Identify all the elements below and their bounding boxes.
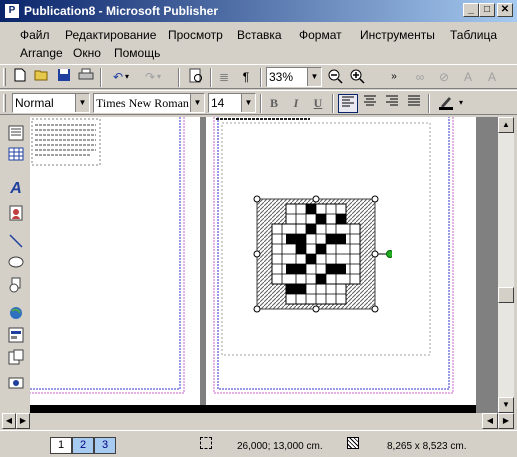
print-preview-icon[interactable] (186, 68, 206, 87)
toolbar-grip[interactable] (3, 94, 6, 112)
object-position: 26,000; 13,000 cm. (237, 441, 323, 452)
design-gallery-icon[interactable] (6, 375, 26, 395)
line-icon[interactable] (6, 233, 26, 253)
page-tab-3[interactable]: 3 (94, 437, 116, 454)
menu-insert[interactable]: Вставка (237, 28, 282, 42)
justify-button[interactable] (404, 94, 424, 113)
underline-button[interactable]: U (308, 94, 328, 113)
publisher-app-icon[interactable]: P (4, 3, 20, 19)
font-select[interactable]: Times New Roman ▼ (93, 93, 205, 113)
size-select[interactable]: 14 ▼ (208, 93, 256, 113)
menu-format[interactable]: Формат (299, 28, 342, 42)
new-icon[interactable] (10, 68, 30, 87)
form-control-icon[interactable] (6, 327, 26, 347)
zoom-in-icon[interactable] (347, 68, 367, 87)
zoom-out-icon[interactable] (325, 68, 345, 87)
style-dropdown-icon[interactable]: ▼ (75, 94, 89, 112)
size-icon (347, 437, 359, 449)
page-tab-1[interactable]: 1 (50, 437, 72, 454)
formatting-toolbar: Normal ▼ Times New Roman ▼ 14 ▼ B I U ▾ (0, 90, 517, 115)
text-shape-icon[interactable]: A (458, 68, 478, 87)
columns-icon[interactable]: ≣ (214, 68, 234, 87)
menu-bar: Файл Редактирование Просмотр Вставка Фор… (0, 22, 517, 62)
text-shape-icon-2[interactable]: A (482, 68, 502, 87)
scroll-thumb[interactable] (498, 287, 514, 303)
object-size: 8,265 x 8,523 cm. (387, 441, 467, 452)
size-dropdown-icon[interactable]: ▼ (241, 94, 255, 112)
font-color-icon[interactable] (436, 94, 456, 113)
align-right-button[interactable] (382, 94, 402, 113)
objects-toolbar: A ▾ ▾ (0, 117, 30, 435)
pilcrow-icon[interactable]: ¶ (236, 68, 256, 87)
print-icon[interactable] (76, 68, 96, 87)
crossword-object[interactable] (252, 194, 392, 324)
hotspot-icon[interactable] (6, 305, 26, 325)
scroll-down-icon[interactable]: ▼ (498, 397, 514, 413)
oval-icon[interactable] (6, 255, 26, 275)
table-icon[interactable] (6, 147, 26, 167)
link-icon[interactable]: ∞ (410, 68, 430, 87)
unlink-icon[interactable]: ⊘ (434, 68, 454, 87)
menu-help[interactable]: Помощь (114, 46, 160, 60)
window-title: Publication8 - Microsoft Publisher (24, 4, 219, 18)
save-icon[interactable] (54, 68, 74, 87)
connection-handle[interactable] (386, 250, 393, 258)
picture-icon[interactable] (6, 205, 26, 225)
scroll-right-icon[interactable]: ▶ (16, 413, 30, 429)
font-color-dropdown-icon[interactable]: ▾ (456, 94, 466, 113)
vertical-scrollbar[interactable]: ▲ ▼ (498, 117, 514, 413)
font-value: Times New Roman (96, 96, 189, 110)
html-code-icon[interactable] (6, 349, 26, 369)
close-button[interactable]: ✕ (497, 3, 513, 17)
publication-workspace[interactable] (30, 117, 498, 413)
menu-file[interactable]: Файл (20, 28, 50, 42)
maximize-button[interactable]: □ (479, 3, 495, 17)
wordart-icon[interactable]: A (6, 179, 26, 199)
menu-edit[interactable]: Редактирование (65, 28, 156, 42)
standard-toolbar: ↶ ▾ ↷ ▾ ≣ ¶ 33% ▼ » ∞ ⊘ A A (0, 64, 517, 89)
menu-arrange[interactable]: Arrange (20, 46, 63, 60)
redo-dropdown-icon[interactable]: ▾ (154, 68, 164, 87)
zoom-select[interactable]: 33% ▼ (266, 67, 322, 87)
open-icon[interactable] (32, 68, 52, 87)
scroll-left-icon[interactable]: ◀ (2, 413, 16, 429)
scroll-left-icon-2[interactable]: ◀ (482, 413, 498, 429)
position-icon (200, 437, 212, 449)
toolbar-grip[interactable] (3, 68, 6, 86)
page-tab-2[interactable]: 2 (72, 437, 94, 454)
menu-view[interactable]: Просмотр (168, 28, 223, 42)
menu-window[interactable]: Окно (73, 46, 101, 60)
horizontal-scrollbar[interactable]: ◀ ▶ ◀ ▶ (0, 413, 517, 430)
scroll-right-icon-2[interactable]: ▶ (498, 413, 514, 429)
zoom-dropdown-icon[interactable]: ▼ (307, 68, 321, 86)
menu-table[interactable]: Таблица (450, 28, 497, 42)
more-buttons-icon[interactable]: » (384, 68, 404, 87)
text-box-icon[interactable] (6, 125, 26, 145)
title-bar: P Publication8 - Microsoft Publisher _ □… (0, 0, 517, 22)
style-select[interactable]: Normal ▼ (12, 93, 90, 113)
minimize-button[interactable]: _ (463, 3, 479, 17)
style-value: Normal (15, 96, 54, 110)
align-left-button[interactable] (338, 94, 358, 113)
zoom-value: 33% (269, 70, 294, 84)
undo-dropdown-icon[interactable]: ▾ (122, 68, 132, 87)
menu-tools[interactable]: Инструменты (360, 28, 435, 42)
bold-button[interactable]: B (264, 94, 284, 113)
font-dropdown-icon[interactable]: ▼ (190, 94, 204, 112)
status-bar: 1 2 3 26,000; 13,000 cm. 8,265 x 8,523 c… (0, 430, 517, 457)
scroll-up-icon[interactable]: ▲ (498, 117, 514, 133)
align-center-button[interactable] (360, 94, 380, 113)
italic-button[interactable]: I (286, 94, 306, 113)
custom-shape-icon[interactable] (6, 277, 26, 297)
size-value: 14 (211, 96, 225, 110)
